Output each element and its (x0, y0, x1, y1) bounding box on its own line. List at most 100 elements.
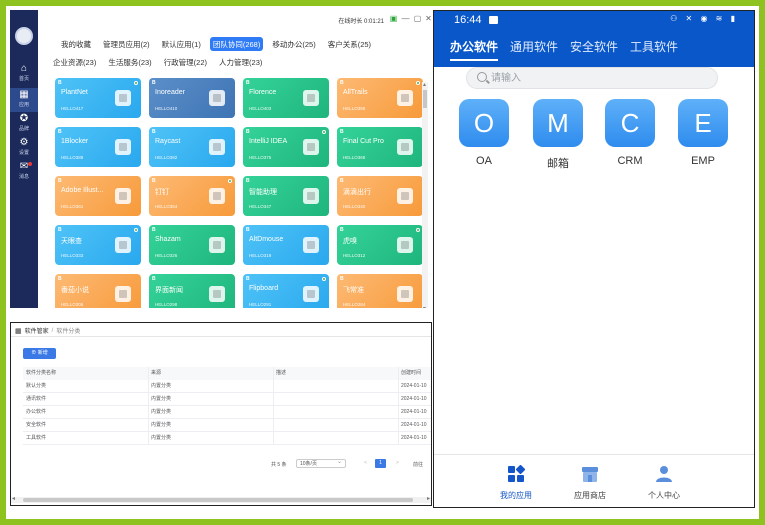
breadcrumb-root[interactable]: 软件管家 (25, 326, 49, 335)
nav-item-message[interactable]: ✉ 消息 (10, 160, 38, 184)
tab-admin-apps[interactable]: 管理员应用(2) (100, 37, 153, 51)
next-page-icon[interactable]: > (396, 460, 399, 466)
bottom-nav-profile[interactable]: 个人中心 (629, 465, 699, 501)
app-name: 番茄小说 (61, 287, 89, 294)
table-row[interactable]: 安全软件 内置分类 2024-01-10 (23, 419, 431, 432)
tab-office-software[interactable]: 办公软件 (450, 38, 499, 61)
scroll-down-icon[interactable]: ▼ (422, 306, 427, 308)
search-input[interactable] (491, 71, 691, 86)
tab-customer-relations[interactable]: 客户关系(25) (325, 37, 374, 51)
table-row[interactable]: 办公软件 内置分类 2024-01-10 (23, 406, 431, 419)
card-badge: B (58, 129, 62, 135)
app-subtitle: HELLO361 (61, 204, 84, 209)
tab-default-apps[interactable]: 默认应用(1) (159, 37, 204, 51)
nav-item-home[interactable]: ⌂ 首页 (10, 62, 38, 86)
page-size-select[interactable]: 10条/页 (296, 458, 346, 468)
maximize-icon[interactable]: ▢ (413, 14, 422, 23)
app-card[interactable]: B 番茄小说 HELLO305 (55, 274, 141, 308)
app-card[interactable]: B 智能助理 HELLO347 (243, 176, 329, 216)
card-badge: B (246, 178, 250, 184)
scroll-up-icon[interactable]: ▲ (422, 82, 427, 88)
app-card[interactable]: B 虎嗅 HELLO312 (337, 225, 423, 265)
app-card[interactable]: B Flipboard HELLO291 (243, 274, 329, 308)
screen-icon[interactable]: ▣ (389, 14, 398, 23)
app-subtitle: HELLO333 (61, 253, 84, 258)
tab-life-services[interactable]: 生活服务(23) (105, 55, 154, 69)
column-header[interactable]: 来源 (148, 367, 273, 380)
bottom-nav-my-apps[interactable]: 我的应用 (481, 464, 551, 501)
table-cell: 安全软件 (26, 422, 47, 428)
app-card[interactable]: B 界面新闻 HELLO298 (149, 274, 235, 308)
app-card[interactable]: B AltDmouse HELLO319 (243, 225, 329, 265)
column-header[interactable]: 软件分类名称 (23, 367, 148, 380)
horizontal-scrollbar[interactable]: ◂ ▸ (11, 495, 431, 503)
app-card[interactable]: B Final Cut Pro HELLO368 (337, 127, 423, 167)
app-card[interactable]: B 钉钉 HELLO354 (149, 176, 235, 216)
table-row[interactable]: 默认分类 内置分类 2024-01-10 (23, 380, 431, 393)
tab-tool-software[interactable]: 工具软件 (630, 38, 678, 61)
app-emp[interactable]: E EMP (673, 99, 733, 167)
app-card[interactable]: B Raycast HELLO382 (149, 127, 235, 167)
nav-item-label: 设置 (18, 150, 29, 156)
table-row[interactable]: 通讯软件 内置分类 2024-01-10 (23, 393, 431, 406)
column-header[interactable]: 描述 (273, 367, 398, 380)
scrollbar-thumb[interactable] (423, 90, 427, 108)
app-icon[interactable]: C (605, 99, 655, 147)
nav-item-label: 品牌 (18, 126, 29, 132)
app-icon (209, 188, 225, 204)
grid-menu-icon[interactable]: ▦ (15, 327, 22, 335)
close-icon[interactable]: ✕ (424, 14, 432, 23)
status-dot (416, 228, 420, 232)
app-icon (397, 237, 413, 253)
prev-page-icon[interactable]: < (364, 460, 367, 466)
avatar[interactable] (15, 27, 33, 45)
add-button[interactable]: ⊕ 新增 (23, 348, 56, 359)
left-nav: ⌂ 首页 ▦ 应用 ✪ 品牌 ⚙ 设置 ✉ 消息 (10, 10, 38, 308)
scroll-right-icon[interactable]: ▸ (427, 495, 430, 502)
tab-favorites[interactable]: 我的收藏 (58, 37, 94, 51)
app-card[interactable]: B 滴滴出行 HELLO340 (337, 176, 423, 216)
status-dot (228, 179, 232, 183)
app-mail[interactable]: M 邮箱 (528, 99, 588, 171)
app-card[interactable]: B IntelliJ IDEA HELLO375 (243, 127, 329, 167)
app-name: Inoreader (155, 89, 185, 96)
app-subtitle: HELLO417 (61, 106, 84, 111)
app-card[interactable]: B AllTrails HELLO396 (337, 78, 423, 118)
scrollbar-thumb[interactable] (23, 498, 413, 502)
scroll-left-icon[interactable]: ◂ (12, 495, 15, 502)
table-row[interactable]: 工具软件 内置分类 2024-01-10 (23, 432, 431, 445)
tab-general-software[interactable]: 通用软件 (510, 38, 558, 61)
app-icon[interactable]: E (678, 99, 728, 147)
tab-enterprise-resources[interactable]: 企业资源(23) (50, 55, 99, 69)
search-bar[interactable] (466, 67, 718, 89)
app-icon[interactable]: M (533, 99, 583, 147)
current-page-button[interactable]: 1 (375, 459, 386, 468)
column-header[interactable]: 创建时间 (398, 367, 431, 380)
app-oa[interactable]: O OA (454, 99, 514, 167)
minimize-icon[interactable]: — (401, 14, 410, 23)
app-card[interactable]: B 飞常准 HELLO284 (337, 274, 423, 308)
online-timer: 在线时长 0:01:21 (338, 19, 384, 25)
tab-hr-management[interactable]: 人力管理(23) (216, 55, 265, 69)
app-card[interactable]: B 1Blocker HELLO389 (55, 127, 141, 167)
nav-item-settings[interactable]: ⚙ 设置 (10, 136, 38, 160)
vertical-scrollbar[interactable]: ▲ ▼ (422, 82, 428, 308)
app-card[interactable]: B Shazam HELLO326 (149, 225, 235, 265)
app-card[interactable]: B Florence HELLO403 (243, 78, 329, 118)
column-divider (273, 367, 274, 445)
bottom-nav-app-store[interactable]: 应用商店 (555, 465, 625, 501)
app-crm[interactable]: C CRM (600, 99, 660, 167)
tab-security-software[interactable]: 安全软件 (570, 38, 618, 61)
nav-item-brand[interactable]: ✪ 品牌 (10, 112, 38, 136)
nav-item-apps[interactable]: ▦ 应用 (10, 88, 38, 112)
app-card[interactable]: B PlantNet HELLO417 (55, 78, 141, 118)
app-card[interactable]: B Inoreader HELLO410 (149, 78, 235, 118)
tab-mobile-office[interactable]: 移动办公(25) (269, 37, 318, 51)
app-icon (209, 139, 225, 155)
app-icon[interactable]: O (459, 99, 509, 147)
tab-team-collab[interactable]: 团队协同(268) (209, 37, 264, 51)
tab-admin-management[interactable]: 行政管理(22) (161, 55, 210, 69)
card-badge: B (340, 276, 344, 282)
app-card[interactable]: B Adobe Illust... HELLO361 (55, 176, 141, 216)
app-card[interactable]: B 天眼查 HELLO333 (55, 225, 141, 265)
